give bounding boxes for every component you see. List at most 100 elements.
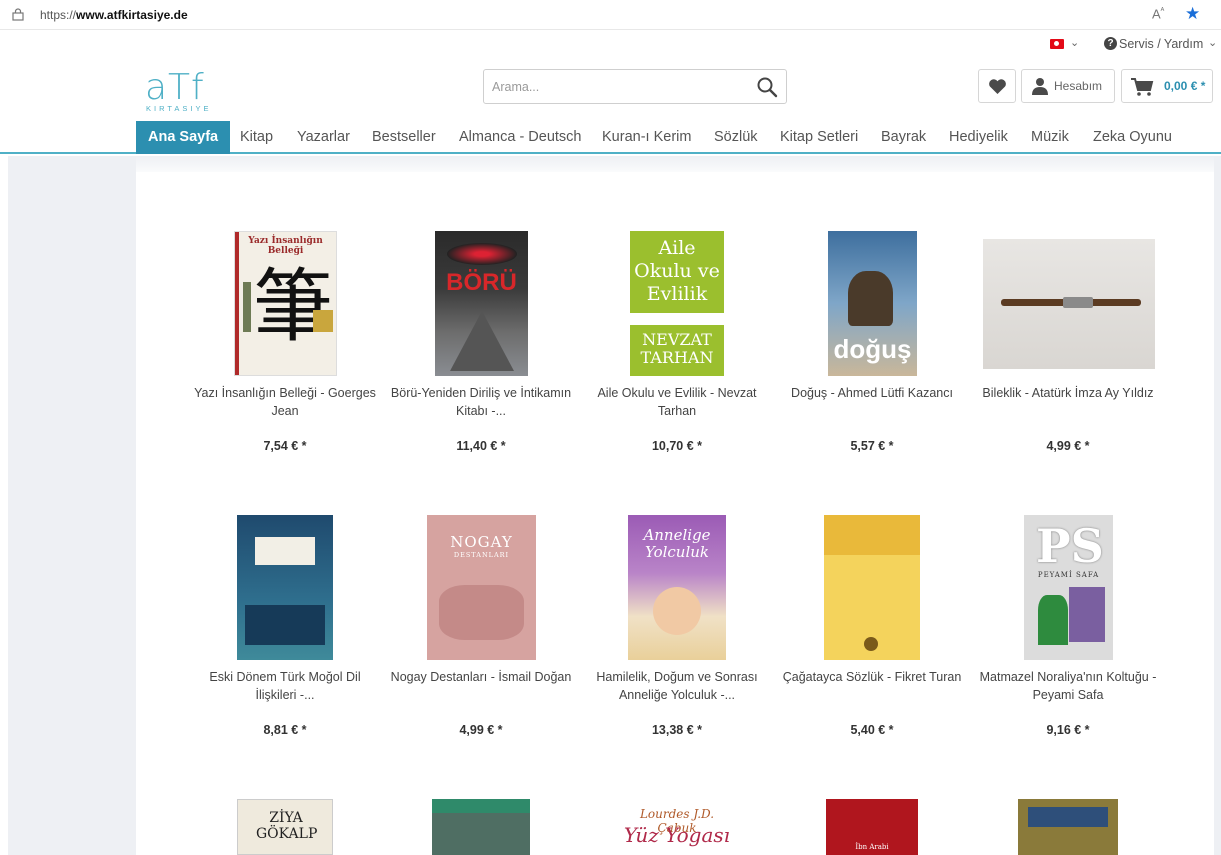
cover-title: doğuş xyxy=(833,334,912,364)
nav-item-hediyelik[interactable]: Hediyelik xyxy=(949,121,1008,154)
main-navigation: Ana Sayfa Kitap Yazarlar Bestseller Alma… xyxy=(0,121,1221,154)
product-price: 7,54 € * xyxy=(263,439,307,453)
product-price: 5,57 € * xyxy=(850,439,894,453)
cover-title: Yazı İnsanlığın Belleği xyxy=(248,236,323,256)
product-title[interactable]: Doğuş - Ahmed Lütfi Kazancı xyxy=(777,385,967,403)
product-price: 8,81 € * xyxy=(263,723,307,737)
calligraphy-glyph: 筆 xyxy=(253,260,333,353)
cover-author: PEYAMİ SAFA xyxy=(1037,571,1100,579)
product-card[interactable] xyxy=(973,797,1163,855)
product-card[interactable]: PS PEYAMİ SAFA Matmazel Noraliya'nın Kol… xyxy=(973,514,1163,744)
product-title[interactable]: Börü-Yeniden Diriliş ve İntikamın Kitabı… xyxy=(386,385,576,420)
site-logo[interactable]: aTf KIRTASIYE xyxy=(145,70,225,116)
search-box xyxy=(483,69,787,104)
product-cover[interactable]: Annelige Yolculuk xyxy=(628,515,726,660)
product-card[interactable] xyxy=(386,797,576,855)
lock-icon xyxy=(12,8,24,21)
nav-item-bestseller[interactable]: Bestseller xyxy=(372,121,436,154)
right-background-panel xyxy=(1214,156,1221,855)
cover-title: Yüz Yogası xyxy=(623,823,731,847)
product-cover[interactable] xyxy=(1018,799,1118,855)
help-icon: ? xyxy=(1104,37,1117,50)
product-image[interactable] xyxy=(983,239,1155,369)
nav-item-yazarlar[interactable]: Yazarlar xyxy=(297,121,350,154)
logo-subtitle: KIRTASIYE xyxy=(146,104,212,113)
product-title[interactable]: Yazı İnsanlığın Belleği - Goerges Jean xyxy=(190,385,380,420)
product-title[interactable]: Nogay Destanları - İsmail Doğan xyxy=(386,669,576,687)
cover-subtitle: DESTANLARI xyxy=(453,551,510,559)
product-title[interactable]: Matmazel Noraliya'nın Koltuğu - Peyami S… xyxy=(973,669,1163,704)
heart-icon xyxy=(989,79,1006,95)
product-cover[interactable]: ZİYA GÖKALP xyxy=(237,799,333,855)
product-card[interactable]: Eski Dönem Türk Moğol Dil İlişkileri -..… xyxy=(190,514,380,744)
product-cover[interactable]: NOGAY DESTANLARI xyxy=(427,515,536,660)
product-cover[interactable] xyxy=(237,515,333,660)
account-label: Hesabım xyxy=(1054,79,1103,93)
product-cover[interactable]: doğuş xyxy=(828,231,917,376)
product-price: 4,99 € * xyxy=(459,723,503,737)
cart-icon xyxy=(1131,78,1154,96)
product-card[interactable]: NOGAY DESTANLARI Nogay Destanları - İsma… xyxy=(386,514,576,744)
favorite-star-icon[interactable]: ★ xyxy=(1185,4,1200,24)
service-help-menu[interactable]: Servis / Yardım xyxy=(1119,37,1203,51)
product-cover[interactable]: BÖRÜ xyxy=(435,231,528,376)
product-price: 4,99 € * xyxy=(1046,439,1090,453)
cover-title: Annelige Yolculuk xyxy=(643,526,711,561)
product-title[interactable]: Hamilelik, Doğum ve Sonrası Anneliğe Yol… xyxy=(582,669,772,704)
service-bar: ⌄ ? Servis / Yardım ⌄ xyxy=(0,34,1221,56)
nav-item-kuran[interactable]: Kuran-ı Kerim xyxy=(602,121,691,154)
search-icon[interactable] xyxy=(756,76,778,98)
url-field[interactable]: https://www.atfkirtasiye.de xyxy=(40,8,188,22)
product-card[interactable]: ZİYA GÖKALP xyxy=(190,797,380,855)
cart-button[interactable]: 0,00 € * xyxy=(1121,69,1213,103)
product-cover[interactable] xyxy=(432,799,530,855)
product-title[interactable]: Bileklik - Atatürk İmza Ay Yıldız xyxy=(973,385,1163,403)
product-card[interactable]: İbn Arabi xyxy=(777,797,967,855)
left-background-panel xyxy=(8,156,136,855)
cover-title: BÖRÜ xyxy=(446,269,517,296)
product-card[interactable]: Bileklik - Atatürk İmza Ay Yıldız 4,99 €… xyxy=(973,230,1163,460)
product-card[interactable]: Yazı İnsanlığın Belleği 筆 Yazı İnsanlığı… xyxy=(190,230,380,460)
content-top-strip xyxy=(136,156,1214,172)
cover-author: NEVZAT TARHAN xyxy=(640,330,714,367)
product-card[interactable]: Lourdes J.D. Çabuk Yüz Yogası xyxy=(582,797,772,855)
product-card[interactable]: doğuş Doğuş - Ahmed Lütfi Kazancı 5,57 €… xyxy=(777,230,967,460)
turkey-flag-icon[interactable] xyxy=(1050,39,1064,49)
product-card[interactable]: Annelige Yolculuk Hamilelik, Doğum ve So… xyxy=(582,514,772,744)
cover-title: Aile Okulu ve Evlilik xyxy=(634,237,720,305)
cover-title: ZİYA GÖKALP xyxy=(256,810,318,842)
product-price: 13,38 € * xyxy=(651,723,703,737)
wishlist-button[interactable] xyxy=(978,69,1016,103)
product-title[interactable]: Eski Dönem Türk Moğol Dil İlişkileri -..… xyxy=(190,669,380,704)
product-cover[interactable]: İbn Arabi xyxy=(826,799,918,855)
product-card[interactable]: Aile Okulu ve Evlilik NEVZAT TARHAN Aile… xyxy=(582,230,772,460)
product-title[interactable]: Aile Okulu ve Evlilik - Nevzat Tarhan xyxy=(582,385,772,420)
cart-total: 0,00 € * xyxy=(1164,79,1206,93)
product-cover[interactable]: Aile Okulu ve Evlilik NEVZAT TARHAN xyxy=(630,231,724,376)
product-cover[interactable] xyxy=(824,515,920,660)
nav-item-kitap[interactable]: Kitap xyxy=(240,121,273,154)
account-button[interactable]: Hesabım xyxy=(1021,69,1115,103)
nav-item-sozluk[interactable]: Sözlük xyxy=(714,121,758,154)
nav-item-ana-sayfa[interactable]: Ana Sayfa xyxy=(136,121,231,154)
read-aloud-icon[interactable]: Aᴬ xyxy=(1152,6,1164,21)
product-cover[interactable]: Lourdes J.D. Çabuk Yüz Yogası xyxy=(620,799,734,855)
chevron-down-icon[interactable]: ⌄ xyxy=(1070,36,1079,49)
product-price: 10,70 € * xyxy=(651,439,703,453)
product-price: 5,40 € * xyxy=(850,723,894,737)
product-title[interactable]: Çağatayca Sözlük - Fikret Turan xyxy=(777,669,967,687)
logo-mark: aTf xyxy=(145,67,205,108)
chevron-down-icon[interactable]: ⌄ xyxy=(1208,36,1217,49)
product-cover[interactable]: PS PEYAMİ SAFA xyxy=(1024,515,1113,660)
product-cover[interactable]: Yazı İnsanlığın Belleği 筆 xyxy=(234,231,337,376)
product-card[interactable]: Çağatayca Sözlük - Fikret Turan 5,40 € * xyxy=(777,514,967,744)
nav-item-kitap-setleri[interactable]: Kitap Setleri xyxy=(780,121,858,154)
search-input[interactable] xyxy=(492,78,742,96)
nav-item-bayrak[interactable]: Bayrak xyxy=(881,121,926,154)
product-price: 11,40 € * xyxy=(456,439,506,453)
nav-item-muzik[interactable]: Müzik xyxy=(1031,121,1069,154)
nav-item-almanca[interactable]: Almanca - Deutsch xyxy=(459,121,582,154)
nav-item-zeka-oyunu[interactable]: Zeka Oyunu xyxy=(1093,121,1172,154)
user-icon xyxy=(1032,78,1048,95)
product-card[interactable]: BÖRÜ Börü-Yeniden Diriliş ve İntikamın K… xyxy=(386,230,576,460)
